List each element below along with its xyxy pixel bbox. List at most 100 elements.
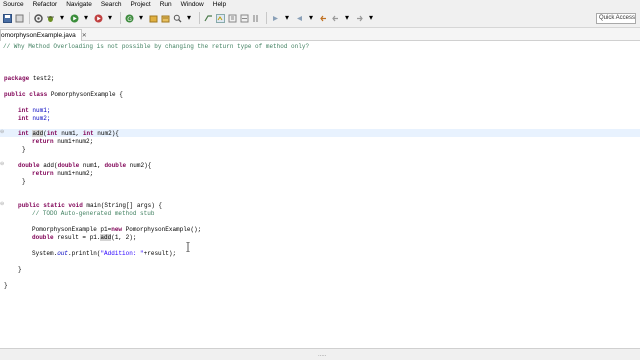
- new-java-class-icon[interactable]: G: [124, 13, 134, 23]
- chevron-down-icon[interactable]: ▾: [105, 13, 115, 23]
- chevron-down-icon[interactable]: ▾: [184, 13, 194, 23]
- field-out: out: [57, 250, 69, 257]
- return-expr: num1+num2;: [53, 138, 94, 145]
- code-line-close-1: }: [22, 146, 26, 154]
- param: num2){: [126, 162, 152, 169]
- stmt-part: PomorphysonExample p1=: [32, 226, 112, 233]
- menu-search[interactable]: Search: [98, 0, 128, 9]
- keyword-return: return: [32, 170, 54, 177]
- code-line-class: public class PomorphysonExample {: [4, 91, 123, 99]
- last-edit-icon[interactable]: [318, 13, 328, 23]
- code-line-num2: int num2;: [18, 115, 50, 123]
- code-line-close-2: }: [22, 178, 26, 186]
- chevron-down-icon[interactable]: ▾: [282, 13, 292, 23]
- keyword-int: int: [18, 130, 29, 137]
- build-icon[interactable]: [33, 13, 43, 23]
- code-line-result: double result = p1.add(1, 2);: [32, 234, 136, 242]
- main-signature: main(String[] args) {: [82, 202, 163, 209]
- keyword-int: int: [18, 115, 29, 122]
- save-icon[interactable]: [2, 13, 12, 23]
- toolbar-separator: [199, 12, 200, 24]
- code-line-return-2: return num1+num2;: [32, 170, 93, 178]
- keyword-double: double: [18, 162, 40, 169]
- class-name: PomorphysonExample {: [47, 91, 123, 98]
- return-expr: num1+num2;: [53, 170, 94, 177]
- code-line-main: public static void main(String[] args) {: [18, 202, 162, 210]
- keyword-package: package: [4, 75, 30, 82]
- tab-editor-file[interactable]: omorphysonExample.java ✕: [0, 29, 87, 41]
- toolbar: ▾ ▾ ▾ G ▾ ▾ ▾ ▾ ▾ ▾: [0, 9, 640, 28]
- toolbar-separator: [266, 12, 267, 24]
- keyword-int: int: [46, 130, 58, 137]
- status-dots: .....: [318, 352, 327, 358]
- keyword-double: double: [32, 234, 54, 241]
- text-cursor-icon: [186, 242, 190, 252]
- back-icon[interactable]: [330, 13, 340, 23]
- code-line-package: package test2;: [4, 75, 54, 83]
- chevron-down-icon[interactable]: ▾: [366, 13, 376, 23]
- code-editor[interactable]: // Why Method Overloading is not possibl…: [0, 41, 640, 348]
- properties-icon[interactable]: [14, 13, 24, 23]
- menu-run[interactable]: Run: [157, 0, 178, 9]
- code-line-return-1: return num1+num2;: [32, 138, 93, 146]
- prev-annotation-icon[interactable]: [294, 13, 304, 23]
- quick-access-input[interactable]: Quick Access: [596, 13, 636, 24]
- run-icon[interactable]: [69, 13, 79, 23]
- brace: }: [18, 266, 22, 273]
- code-line-1: // Why Method Overloading is not possibl…: [3, 43, 309, 51]
- stmt-part: .println(: [68, 250, 101, 257]
- tab-label: omorphysonExample.java: [1, 32, 76, 39]
- package-name: test2;: [29, 75, 55, 82]
- menu-window[interactable]: Window: [178, 0, 210, 9]
- block-selection-icon[interactable]: [239, 13, 249, 23]
- menu-refactor[interactable]: Refactor: [30, 0, 64, 9]
- method-sig: add(: [39, 162, 58, 169]
- param: num2){: [93, 130, 119, 137]
- field-num1: num1;: [28, 107, 51, 114]
- menu-help[interactable]: Help: [210, 0, 232, 9]
- menu-project[interactable]: Project: [127, 0, 156, 9]
- field-num2: num2;: [28, 115, 51, 122]
- stmt-part: (1, 2);: [111, 234, 137, 241]
- close-icon[interactable]: ✕: [82, 32, 87, 39]
- menu-source[interactable]: Source: [0, 0, 30, 9]
- keyword-new: new: [111, 226, 123, 233]
- menu-navigate[interactable]: Navigate: [63, 0, 98, 9]
- method-call-add: add: [100, 234, 112, 241]
- stmt-part: PomorphysonExample();: [122, 226, 202, 233]
- fold-marker-icon[interactable]: ⊖: [0, 129, 4, 135]
- status-bar: .....: [0, 349, 640, 360]
- forward-icon[interactable]: [354, 13, 364, 23]
- chevron-down-icon[interactable]: ▾: [306, 13, 316, 23]
- chevron-down-icon[interactable]: ▾: [136, 13, 146, 23]
- chevron-down-icon[interactable]: ▾: [342, 13, 352, 23]
- chevron-down-icon[interactable]: ▾: [81, 13, 91, 23]
- keyword-public-static-void: public static void: [18, 202, 83, 209]
- debug-icon[interactable]: [45, 13, 55, 23]
- code-line-new: PomorphysonExample p1=new PomorphysonExa…: [32, 226, 201, 234]
- coverage-icon[interactable]: [93, 13, 103, 23]
- method-name-add: add: [32, 130, 44, 137]
- show-source-icon[interactable]: [251, 13, 261, 23]
- param: num1,: [79, 162, 105, 169]
- toggle-breadcrumb-icon[interactable]: [203, 13, 213, 23]
- new-package-icon[interactable]: [148, 13, 158, 23]
- show-whitespace-icon[interactable]: [227, 13, 237, 23]
- mark-occurrences-icon[interactable]: [215, 13, 225, 23]
- code-line-close-class: }: [4, 282, 8, 290]
- comment-text: // Why Method Overloading is not possibl…: [3, 43, 310, 50]
- code-line-todo: // TODO Auto-generated method stub: [32, 210, 154, 218]
- stmt-part: +result);: [143, 250, 177, 257]
- code-line-close-main: }: [18, 266, 22, 274]
- chevron-down-icon[interactable]: ▾: [57, 13, 67, 23]
- code-line-add-double: double add(double num1, double num2){: [18, 162, 151, 170]
- keyword-return: return: [32, 138, 54, 145]
- editor-tab-bar: omorphysonExample.java ✕: [0, 28, 640, 41]
- stmt-part: result = p1.: [53, 234, 101, 241]
- open-type-icon[interactable]: [160, 13, 170, 23]
- param: num1,: [57, 130, 83, 137]
- next-annotation-icon[interactable]: [270, 13, 280, 23]
- search-icon[interactable]: [172, 13, 182, 23]
- fold-marker-icon[interactable]: ⊖: [0, 161, 4, 167]
- fold-marker-icon[interactable]: ⊖: [0, 201, 4, 207]
